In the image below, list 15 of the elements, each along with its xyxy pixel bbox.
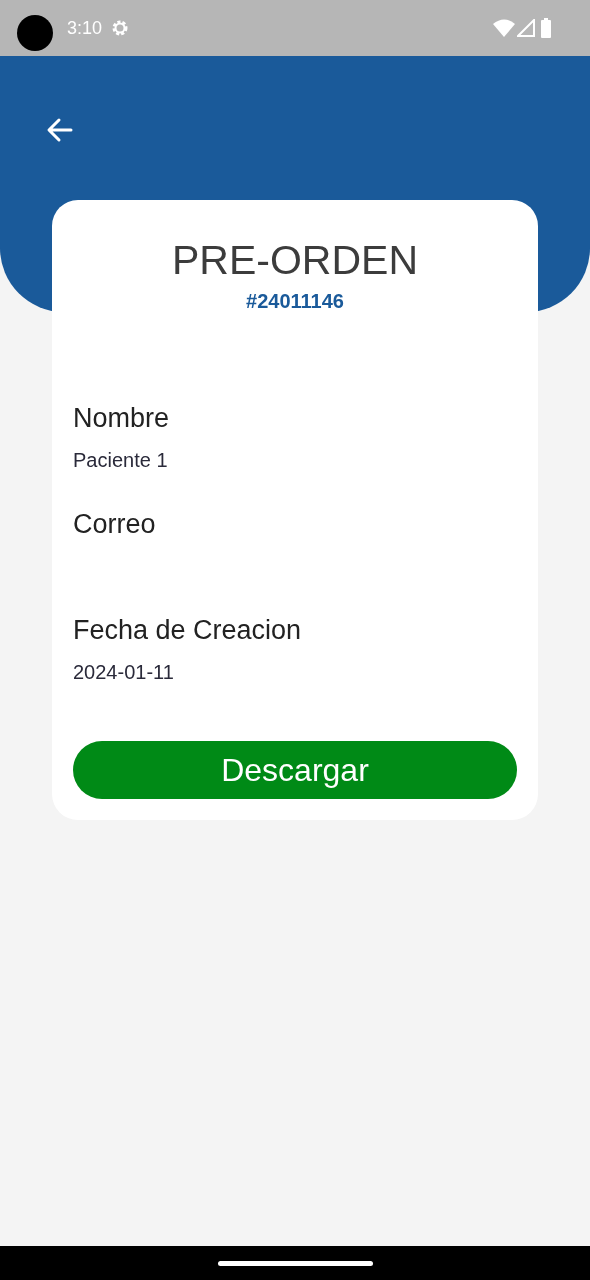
signal-icon xyxy=(517,19,535,37)
field-value: 2024-01-11 xyxy=(73,660,175,685)
order-title: PRE-ORDEN xyxy=(171,236,419,284)
status-time: 3:10 xyxy=(67,16,103,40)
download-button[interactable]: Descargar xyxy=(73,741,517,799)
order-number: #24011146 xyxy=(245,289,345,314)
field-label: Fecha de Creacion xyxy=(73,614,303,647)
wifi-icon xyxy=(493,19,515,37)
field-label: Nombre xyxy=(73,402,171,435)
field-label: Correo xyxy=(73,508,157,541)
field-value: Paciente 1 xyxy=(73,448,169,473)
battery-icon xyxy=(541,18,551,38)
camera-cutout xyxy=(17,15,53,51)
home-handle[interactable] xyxy=(217,1260,373,1266)
back-arrow-icon[interactable] xyxy=(46,116,74,144)
